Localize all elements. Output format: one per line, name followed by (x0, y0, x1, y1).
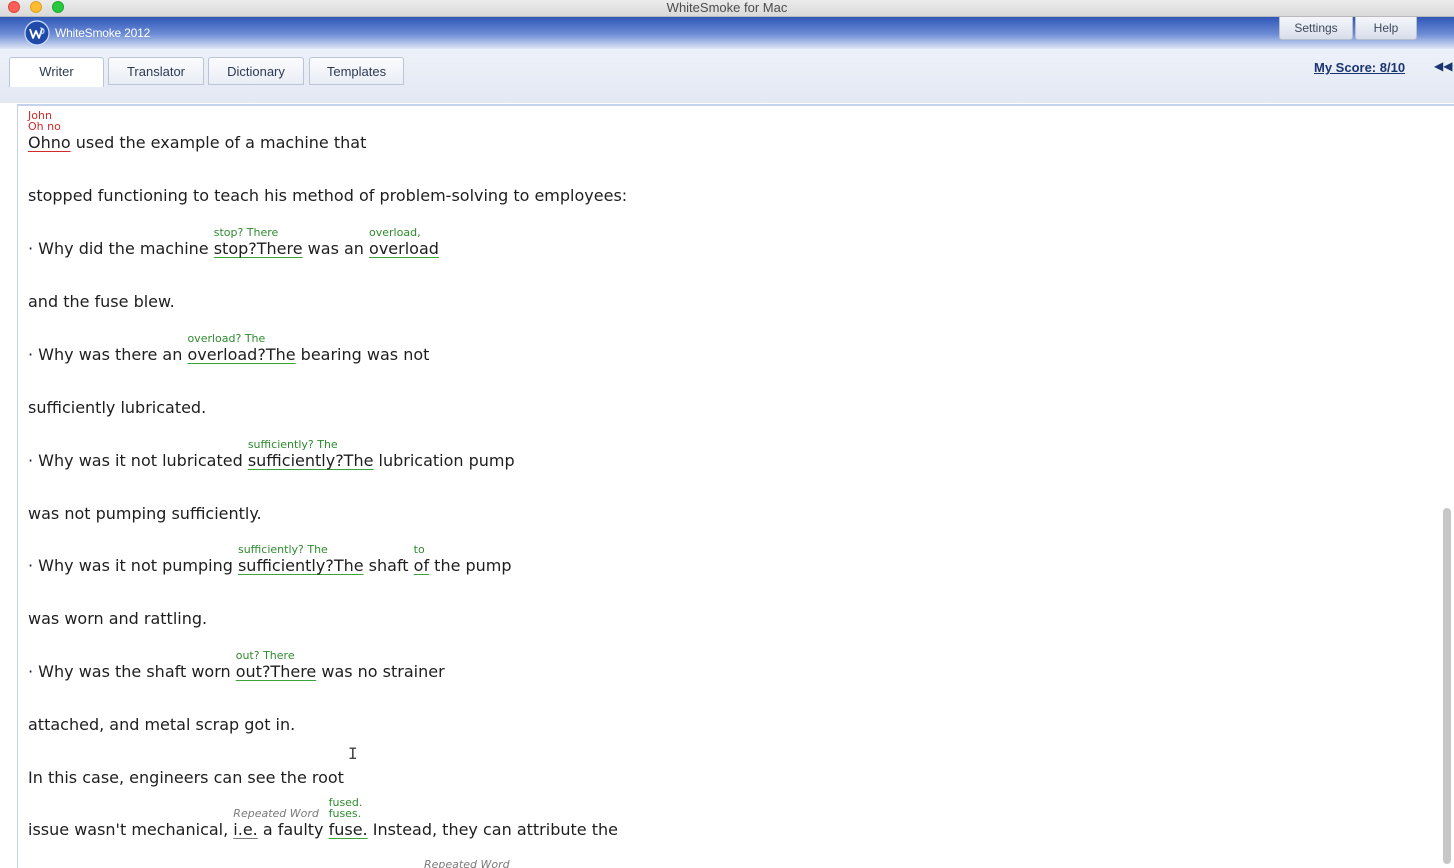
grammar-suggestion[interactable]: overload? The (187, 333, 265, 344)
grammar-suggestion[interactable]: out? There (236, 650, 295, 661)
editor-line: · Why was the shaft worn out? There out?T… (28, 650, 445, 681)
line-text: a faulty (257, 820, 329, 839)
style-suggestion[interactable]: Repeated Word (424, 858, 510, 868)
spelling-suggestion[interactable]: John Oh no (28, 110, 61, 132)
editor-line: · Why was it not pumping sufficiently? T… (28, 544, 512, 575)
line-text: · Why was it not lubricated (28, 451, 248, 470)
flagged-word[interactable]: overload (369, 239, 439, 258)
line-text: · Why was the shaft worn (28, 662, 236, 681)
grammar-suggestion[interactable]: to (414, 544, 425, 555)
window-title: WhiteSmoke for Mac (666, 0, 788, 15)
double-chevron-left-icon[interactable]: ◀◀ (1434, 59, 1452, 73)
flagged-word[interactable]: i.e. (233, 820, 257, 839)
line-text: shaft (363, 556, 414, 575)
grammar-suggestion[interactable]: fused. fuses. (329, 797, 363, 819)
editor-line: and the fuse blew. (28, 292, 175, 311)
app-header: WhiteSmoke 2012 Settings Help (0, 17, 1454, 49)
line-text: the pump (429, 556, 512, 575)
line-text: was an (302, 239, 370, 258)
flagged-word[interactable]: sufficiently?The (248, 451, 374, 470)
line-text: issue wasn't mechanical, (28, 820, 234, 839)
tab-templates[interactable]: Templates (309, 57, 404, 85)
settings-button[interactable]: Settings (1279, 17, 1353, 40)
flagged-word[interactable]: overload?The (187, 345, 295, 364)
window-titlebar: WhiteSmoke for Mac (0, 0, 1454, 17)
line-text: · Why was there an (28, 345, 188, 364)
editor-line: · Why did the machine stop? There stop?Th… (28, 227, 439, 258)
grammar-suggestion[interactable]: sufficiently? The (238, 544, 328, 555)
tab-dictionary[interactable]: Dictionary (208, 57, 304, 85)
my-score-link[interactable]: My Score: 8/10 (1314, 60, 1405, 75)
line-text: lubrication pump (373, 451, 515, 470)
flagged-word[interactable]: out?There (236, 662, 317, 681)
editor-line: John Oh no Ohno used the example of a mach… (28, 110, 367, 152)
editor-line: · Why was it not lubricated sufficiently… (28, 439, 515, 470)
editor-line: attached, and metal scrap got in. (28, 715, 296, 734)
editor-line: · Why was there an overload? The overload… (28, 333, 430, 364)
flagged-word[interactable]: stop?There (214, 239, 303, 258)
line-text: used the example of a machine that (70, 133, 367, 152)
editor-line: In this case, engineers can see the root (28, 768, 344, 787)
tab-bar: Writer Translator Dictionary Templates M… (0, 49, 1454, 103)
grammar-suggestion[interactable]: stop? There (214, 227, 279, 238)
editor-line: stopped functioning to teach his method … (28, 186, 628, 205)
app-name: WhiteSmoke 2012 (55, 26, 151, 40)
line-text: bearing was not (295, 345, 430, 364)
flagged-word[interactable]: of (414, 556, 429, 575)
flagged-word[interactable]: fuse. (329, 820, 368, 839)
style-suggestion[interactable]: Repeated Word (233, 808, 319, 819)
flagged-word[interactable]: sufficiently?The (238, 556, 364, 575)
tab-writer[interactable]: Writer (9, 57, 104, 87)
help-button[interactable]: Help (1355, 17, 1417, 40)
editor-line: issue wasn't mechanical, Repeated Word i.… (28, 797, 618, 839)
writer-editor[interactable]: John Oh no Ohno used the example of a mach… (17, 104, 1454, 868)
vertical-scrollbar[interactable] (1443, 508, 1451, 864)
grammar-suggestion[interactable]: overload, (369, 227, 421, 238)
editor-line: was not pumping sufficiently. (28, 504, 262, 523)
line-text: Instead, they can attribute the (367, 820, 618, 839)
flagged-word[interactable]: Ohno (28, 133, 71, 152)
whitesmoke-logo-icon (24, 20, 50, 46)
editor-line: sufficiently lubricated. (28, 398, 207, 417)
editor-line: was worn and rattling. (28, 609, 208, 628)
line-text: · Why did the machine (28, 239, 214, 258)
grammar-suggestion[interactable]: sufficiently? The (248, 439, 338, 450)
tab-translator[interactable]: Translator (108, 57, 204, 85)
line-text: was no strainer (316, 662, 445, 681)
line-text: · Why was it not pumping (28, 556, 238, 575)
text-cursor-icon: I (348, 744, 358, 763)
